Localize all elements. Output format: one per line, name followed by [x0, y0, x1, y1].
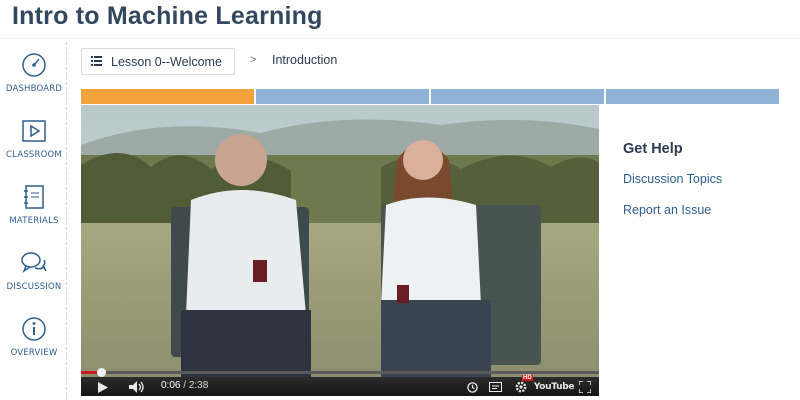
- progress-segment-4[interactable]: [604, 89, 779, 104]
- video-frame: [81, 105, 599, 377]
- title-divider: [0, 38, 800, 39]
- lesson-menu-button[interactable]: Lesson 0--Welcome: [81, 48, 235, 75]
- play-video-icon: [17, 114, 51, 148]
- list-icon: [91, 53, 102, 71]
- scrubber-handle[interactable]: [96, 368, 106, 377]
- dashboard-gauge-icon: [17, 48, 51, 82]
- youtube-logo: YouTube: [533, 382, 575, 392]
- youtube-logo-button[interactable]: YouTube: [533, 377, 575, 396]
- progress-segment-1[interactable]: [81, 89, 254, 104]
- fullscreen-button[interactable]: [577, 377, 593, 396]
- report-issue-link[interactable]: Report an Issue: [623, 203, 711, 217]
- volume-button[interactable]: [127, 377, 147, 396]
- video-time: 0:06 / 2:38: [161, 380, 208, 391]
- sidebar-item-materials[interactable]: MATERIALS: [0, 180, 68, 242]
- sidebar-nav: DASHBOARD CLASSROOM MATERIALS DISCUSSION…: [0, 42, 68, 400]
- help-title: Get Help: [623, 141, 683, 157]
- watch-later-button[interactable]: [465, 377, 479, 396]
- breadcrumb-separator: >: [250, 54, 257, 66]
- sidebar-item-dashboard[interactable]: DASHBOARD: [0, 48, 68, 110]
- info-icon: [17, 312, 51, 346]
- video-controls: 0:06 / 2:38 HD YouTube: [81, 375, 599, 396]
- video-player[interactable]: 0:06 / 2:38 HD YouTube: [81, 105, 599, 396]
- volume-icon: [129, 381, 144, 393]
- current-time: 0:06: [161, 380, 181, 391]
- play-icon: [98, 381, 108, 393]
- clock-icon: [466, 381, 478, 393]
- time-separator: /: [180, 380, 189, 391]
- video-scrubber[interactable]: [81, 368, 599, 377]
- play-button[interactable]: [95, 377, 111, 396]
- gear-icon: [515, 381, 527, 393]
- lesson-label: Lesson 0--Welcome: [111, 54, 222, 69]
- hd-badge: HD: [522, 375, 533, 381]
- sidebar-item-label: CLASSROOM: [6, 150, 62, 160]
- captions-icon: [488, 382, 502, 392]
- breadcrumb-current: Introduction: [272, 53, 338, 67]
- sidebar-item-overview[interactable]: OVERVIEW: [0, 312, 68, 374]
- sidebar-divider: [66, 42, 67, 400]
- sidebar-item-label: OVERVIEW: [10, 348, 58, 358]
- discussion-topics-link[interactable]: Discussion Topics: [623, 172, 722, 186]
- course-title: Intro to Machine Learning: [12, 2, 323, 30]
- sidebar-item-label: DISCUSSION: [6, 282, 62, 292]
- captions-button[interactable]: [487, 377, 503, 396]
- settings-button[interactable]: HD: [511, 375, 533, 396]
- sidebar-item-classroom[interactable]: CLASSROOM: [0, 114, 68, 176]
- notebook-icon: [17, 180, 51, 214]
- sidebar-item-discussion[interactable]: DISCUSSION: [0, 246, 68, 308]
- progress-segment-2[interactable]: [254, 89, 429, 104]
- fullscreen-icon: [579, 381, 591, 393]
- progress-segment-3[interactable]: [429, 89, 604, 104]
- sidebar-item-label: MATERIALS: [9, 216, 59, 226]
- lesson-progress-bar: [81, 89, 779, 104]
- duration: 2:38: [188, 380, 209, 391]
- sidebar-item-label: DASHBOARD: [5, 84, 63, 94]
- speech-bubbles-icon: [17, 246, 51, 280]
